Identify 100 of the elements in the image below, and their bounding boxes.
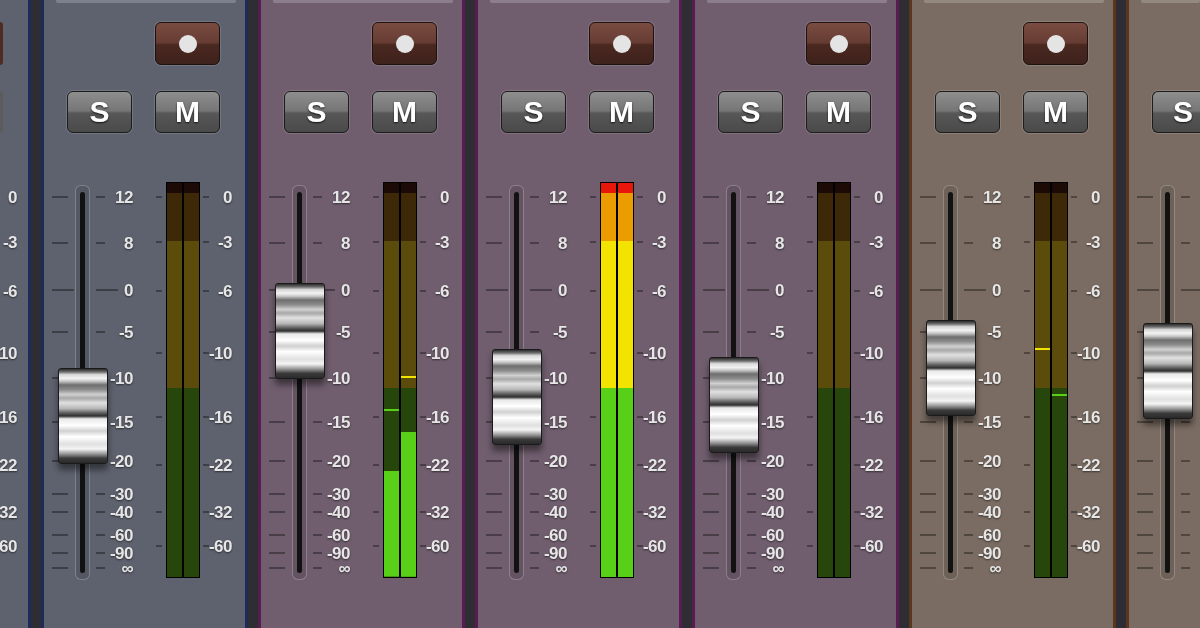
fader-scale-label: -90	[760, 545, 784, 562]
record-button[interactable]	[589, 22, 654, 65]
record-button[interactable]	[1023, 22, 1088, 65]
fader-scale-label: -5	[986, 324, 1001, 341]
clip-indicator[interactable]	[384, 183, 399, 193]
meter-scale-label: -3	[1085, 234, 1100, 251]
fader-scale-label: -15	[977, 414, 1001, 431]
fader-scale-label: -30	[543, 486, 567, 503]
fader-scale-label: -40	[109, 504, 133, 521]
meter-scale-label: -10	[208, 345, 232, 362]
clip-indicator[interactable]	[835, 183, 850, 193]
record-button[interactable]	[155, 22, 220, 65]
record-button[interactable]	[372, 22, 437, 65]
meter-scale-label: -10	[859, 345, 883, 362]
fader-scale-label: -5	[118, 324, 133, 341]
mute-button[interactable]: M	[806, 91, 871, 133]
meter-scale-label: -60	[642, 538, 666, 555]
fader-scale-label: -60	[977, 527, 1001, 544]
fader-scale-label: -30	[109, 486, 133, 503]
record-icon	[1046, 34, 1065, 53]
meter-scale-label: -16	[1076, 409, 1100, 426]
fader-scale-label: -20	[977, 453, 1001, 470]
meter-scale-label: -22	[642, 457, 666, 474]
record-button[interactable]	[806, 22, 871, 65]
fader-scale-label: -40	[543, 504, 567, 521]
fader-scale-label: 0	[775, 282, 784, 299]
fader-scale-label: 8	[558, 235, 567, 252]
fader-handle[interactable]	[58, 368, 108, 464]
fader-scale-label: 8	[341, 235, 350, 252]
meter-scale-label: -3	[2, 234, 17, 251]
meter-scale-label: -22	[859, 457, 883, 474]
fader-scale-label: -10	[326, 370, 350, 387]
fader-scale-label: 12	[115, 189, 133, 206]
fader-handle[interactable]	[275, 283, 325, 379]
solo-button[interactable]: S	[935, 91, 1000, 133]
fader-scale-label: ∞	[121, 560, 133, 577]
fader-handle[interactable]	[709, 357, 759, 453]
meter-scale-label: 60	[0, 538, 17, 555]
fader-scale-label: -20	[109, 453, 133, 470]
mute-button[interactable]: M	[155, 91, 220, 133]
mute-button[interactable]: M	[372, 91, 437, 133]
clip-indicator[interactable]	[601, 183, 616, 193]
fader-scale-label: -20	[543, 453, 567, 470]
clip-indicator[interactable]	[618, 183, 633, 193]
record-icon	[395, 34, 414, 53]
fader-scale-label: -10	[760, 370, 784, 387]
meter-scale-label: -60	[859, 538, 883, 555]
fader-handle[interactable]	[926, 320, 976, 416]
meter-scale-label: -32	[859, 504, 883, 521]
meter-scale-label: -3	[434, 234, 449, 251]
record-icon	[178, 34, 197, 53]
clip-indicator[interactable]	[1035, 183, 1050, 193]
meter-scale-label: -32	[208, 504, 232, 521]
fader-handle[interactable]	[1143, 323, 1193, 419]
fader-scale-label: -40	[977, 504, 1001, 521]
solo-button[interactable]: S	[718, 91, 783, 133]
meter-scale-label: -16	[208, 409, 232, 426]
clip-indicator[interactable]	[818, 183, 833, 193]
clip-indicator[interactable]	[401, 183, 416, 193]
fader-scale-label: 0	[558, 282, 567, 299]
meter-scale-label: -16	[642, 409, 666, 426]
meter-scale-label: -3	[651, 234, 666, 251]
fader-scale-label: -90	[109, 545, 133, 562]
solo-button[interactable]: S	[1152, 91, 1200, 133]
meter-scale-label: -3	[868, 234, 883, 251]
meter-scale-label: -60	[208, 538, 232, 555]
fader-handle[interactable]	[492, 349, 542, 445]
meter-scale-label: -10	[1076, 345, 1100, 362]
meter-scale-label: -32	[642, 504, 666, 521]
fader-scale-label: -10	[109, 370, 133, 387]
meter-scale-label: -16	[859, 409, 883, 426]
mute-button[interactable]: M	[589, 91, 654, 133]
fader-scale-label: -60	[326, 527, 350, 544]
meter-scale-label: -22	[208, 457, 232, 474]
record-icon	[612, 34, 631, 53]
clip-indicator[interactable]	[1052, 183, 1067, 193]
meter-scale-label: 0	[223, 189, 232, 206]
fader-scale-label: -40	[326, 504, 350, 521]
mute-button[interactable]: M	[1023, 91, 1088, 133]
clip-indicator[interactable]	[184, 183, 199, 193]
meter-scale-label: -6	[651, 283, 666, 300]
meter-scale-label: 16	[0, 409, 17, 426]
meter-scale-label: -60	[425, 538, 449, 555]
meter-scale-label: 32	[0, 504, 17, 521]
solo-button[interactable]: S	[501, 91, 566, 133]
solo-button[interactable]: S	[67, 91, 132, 133]
meter-scale-label: -6	[868, 283, 883, 300]
meter-scale-label: 22	[0, 457, 17, 474]
meter-scale-label: -6	[2, 283, 17, 300]
meter-scale-label: 0	[8, 189, 17, 206]
clip-indicator[interactable]	[167, 183, 182, 193]
meter-scale-label: -6	[434, 283, 449, 300]
fader-scale-label: -30	[326, 486, 350, 503]
fader-scale-label: 12	[983, 189, 1001, 206]
fader-scale-label: 0	[992, 282, 1001, 299]
record-icon	[829, 34, 848, 53]
solo-button[interactable]: S	[284, 91, 349, 133]
fader-scale-label: -15	[109, 414, 133, 431]
meter-scale-label: -32	[1076, 504, 1100, 521]
fader-scale-label: 8	[775, 235, 784, 252]
